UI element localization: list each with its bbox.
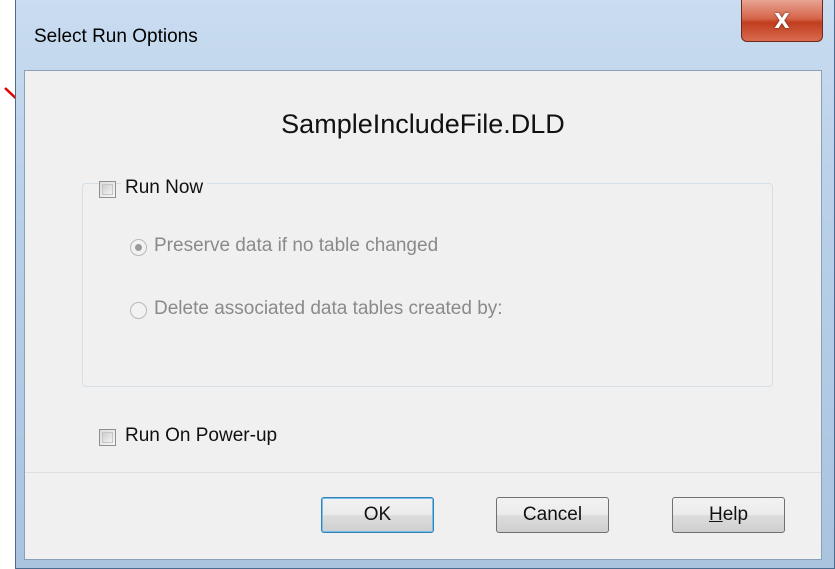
button-bar: OK Cancel Help: [25, 472, 821, 559]
ok-button[interactable]: OK: [321, 497, 434, 533]
delete-tables-radio[interactable]: [130, 302, 147, 319]
help-button[interactable]: Help: [672, 497, 785, 533]
run-on-powerup-label[interactable]: Run On Power-up: [125, 425, 277, 447]
dialog-body: SampleIncludeFile.DLD Run Now Preserve d…: [24, 70, 822, 560]
file-name-heading: SampleIncludeFile.DLD: [281, 109, 565, 139]
preserve-data-label[interactable]: Preserve data if no table changed: [154, 235, 438, 257]
run-on-powerup-checkbox[interactable]: [99, 429, 116, 446]
run-now-group: [82, 183, 773, 387]
dialog-title: Select Run Options: [34, 26, 198, 47]
select-run-options-dialog: Select Run Options X SampleIncludeFile.D…: [15, 0, 835, 569]
cancel-button-label: Cancel: [522, 504, 583, 525]
help-button-label: Help: [709, 504, 748, 526]
preserve-data-radio[interactable]: [130, 239, 147, 256]
ok-button-label: OK: [363, 504, 392, 525]
delete-tables-label[interactable]: Delete associated data tables created by…: [154, 298, 503, 320]
help-mnemonic: H: [708, 504, 723, 525]
title-bar[interactable]: Select Run Options X: [16, 0, 834, 70]
run-now-checkbox[interactable]: [99, 181, 116, 198]
close-icon: X: [774, 8, 790, 33]
cancel-button[interactable]: Cancel: [496, 497, 609, 533]
close-button[interactable]: X: [741, 0, 823, 42]
run-now-label[interactable]: Run Now: [121, 177, 208, 199]
help-label-rest: elp: [722, 504, 749, 525]
